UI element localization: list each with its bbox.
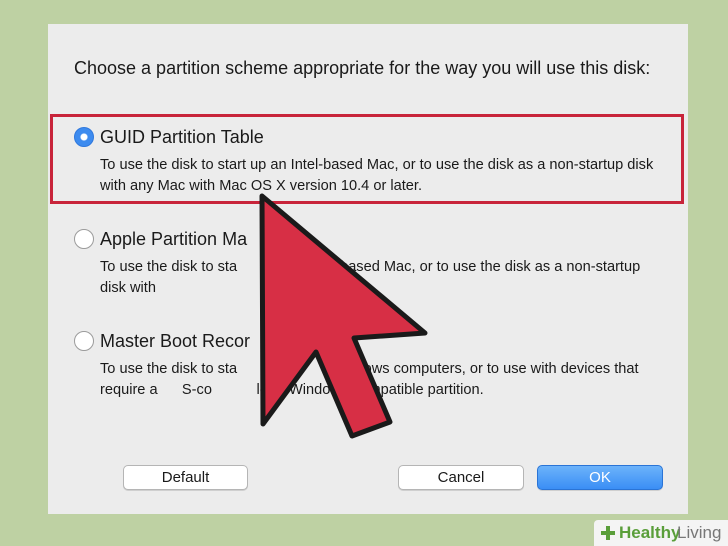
partition-dialog: Choose a partition scheme appropriate fo… [48, 24, 688, 514]
radio-mbr[interactable] [74, 331, 94, 351]
radio-apple[interactable] [74, 229, 94, 249]
ok-button[interactable]: OK [537, 465, 663, 490]
option-title: Master Boot Recor [100, 331, 251, 351]
option-title: Apple Partition Ma [100, 229, 248, 249]
cross-logo-icon [601, 526, 615, 540]
default-button[interactable]: Default [123, 465, 248, 490]
dialog-prompt: Choose a partition scheme appropriate fo… [74, 58, 651, 78]
watermark: Healthy Living [594, 520, 728, 546]
highlight-box [50, 114, 684, 204]
option-description: To use the disk to sta Windows computers… [100, 361, 643, 398]
watermark-living: Living [677, 523, 722, 542]
option-description: To use the disk to sta erPC-based Mac, o… [100, 259, 645, 296]
watermark-healthy: Healthy [619, 523, 681, 542]
cancel-button[interactable]: Cancel [398, 465, 524, 490]
